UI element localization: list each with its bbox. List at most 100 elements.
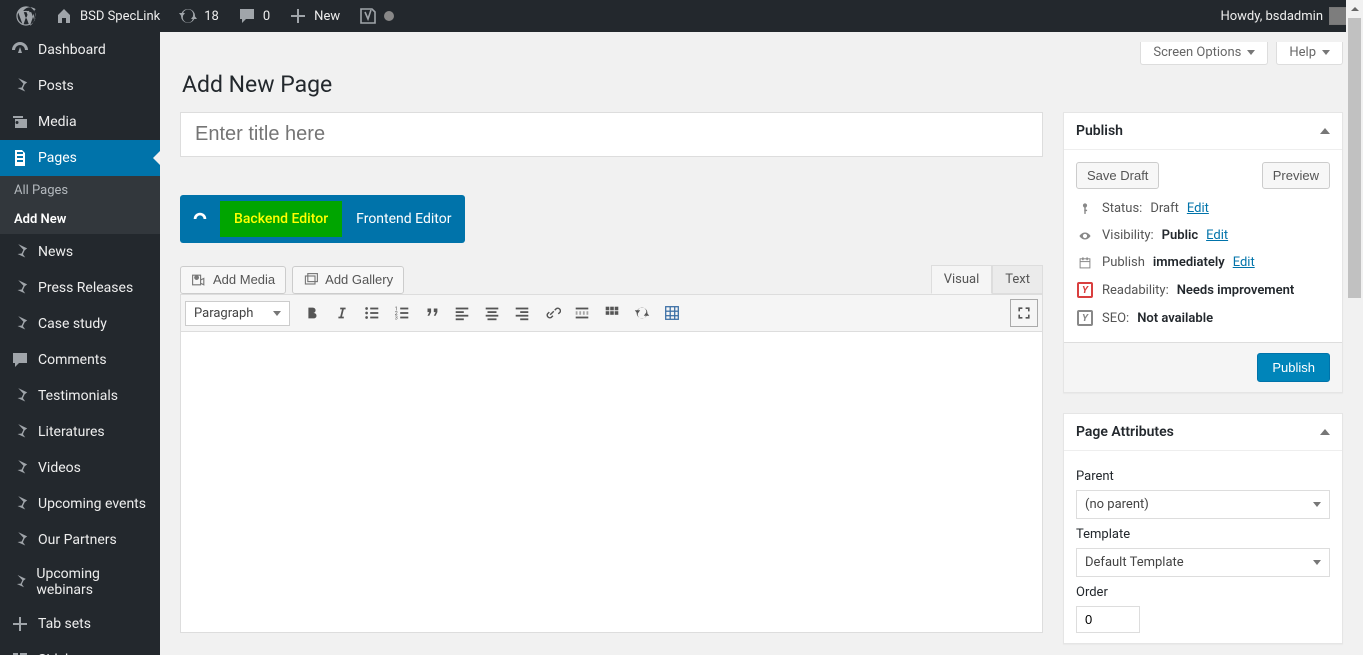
submenu-add-new[interactable]: Add New xyxy=(0,205,160,234)
yoast-icon xyxy=(358,6,378,26)
scrollbar[interactable] xyxy=(1346,0,1363,655)
pin-icon xyxy=(10,278,30,298)
comment-icon xyxy=(10,350,30,370)
page-attributes-header[interactable]: Page Attributes xyxy=(1064,414,1342,451)
new-label: New xyxy=(314,9,340,24)
sidebar-item-posts[interactable]: Posts xyxy=(0,68,160,104)
frontend-editor-button[interactable]: Frontend Editor xyxy=(342,201,465,237)
bullet-list-button[interactable] xyxy=(358,299,386,327)
sidebar-item-case[interactable]: Case study xyxy=(0,306,160,342)
edit-status-link[interactable]: Edit xyxy=(1187,201,1209,216)
new-content-link[interactable]: New xyxy=(280,0,348,32)
preview-button[interactable]: Preview xyxy=(1262,162,1330,189)
sidebar-item-videos[interactable]: Videos xyxy=(0,450,160,486)
sidebar-item-partners[interactable]: Our Partners xyxy=(0,522,160,558)
edit-visibility-link[interactable]: Edit xyxy=(1206,228,1228,243)
publish-box-header[interactable]: Publish xyxy=(1064,113,1342,150)
status-row: Status: Draft Edit xyxy=(1076,195,1330,222)
tab-text[interactable]: Text xyxy=(992,265,1043,294)
wp-logo[interactable] xyxy=(8,0,44,32)
pin-icon xyxy=(10,530,30,550)
submenu-all-pages[interactable]: All Pages xyxy=(0,176,160,205)
editor-mode-switch: Backend Editor Frontend Editor xyxy=(180,195,465,243)
pages-icon xyxy=(10,148,30,168)
edit-schedule-link[interactable]: Edit xyxy=(1233,255,1255,270)
sidebar-item-news[interactable]: News xyxy=(0,234,160,270)
format-label: Paragraph xyxy=(194,306,253,321)
scroll-thumb[interactable] xyxy=(1348,18,1361,298)
title-input[interactable] xyxy=(180,112,1043,157)
sidebar-item-testimonials[interactable]: Testimonials xyxy=(0,378,160,414)
add-gallery-button[interactable]: Add Gallery xyxy=(292,266,404,294)
screen-options-button[interactable]: Screen Options xyxy=(1140,42,1268,65)
refresh-button[interactable] xyxy=(628,299,656,327)
order-label: Order xyxy=(1076,585,1330,600)
save-draft-button[interactable]: Save Draft xyxy=(1076,162,1159,189)
parent-label: Parent xyxy=(1076,469,1330,484)
insert-more-button[interactable] xyxy=(568,299,596,327)
add-media-label: Add Media xyxy=(213,272,275,287)
pin-icon xyxy=(10,242,30,262)
sidebar-item-label: Posts xyxy=(38,78,74,94)
bold-button[interactable] xyxy=(298,299,326,327)
template-select[interactable]: Default Template xyxy=(1076,548,1330,577)
site-name-link[interactable]: BSD SpecLink xyxy=(46,0,168,32)
plus-icon xyxy=(288,6,308,26)
order-input[interactable] xyxy=(1076,606,1140,633)
sidebar-item-webinars[interactable]: Upcoming webinars xyxy=(0,558,160,606)
table-button[interactable] xyxy=(658,299,686,327)
visibility-row: Visibility: Public Edit xyxy=(1076,222,1330,249)
screen-options-label: Screen Options xyxy=(1153,45,1241,60)
update-icon xyxy=(178,6,198,26)
dashboard-icon xyxy=(10,40,30,60)
sidebar-item-literatures[interactable]: Literatures xyxy=(0,414,160,450)
sidebar-item-label: News xyxy=(38,244,73,260)
publish-box: Publish Save Draft Preview Status: xyxy=(1063,112,1343,393)
layout-icon xyxy=(10,650,30,655)
content-area: Screen Options Help Add New Page Backend… xyxy=(160,32,1363,655)
italic-button[interactable] xyxy=(328,299,356,327)
format-select[interactable]: Paragraph xyxy=(185,301,290,326)
chevron-down-icon xyxy=(273,311,281,316)
link-button[interactable] xyxy=(538,299,566,327)
backend-editor-button[interactable]: Backend Editor xyxy=(220,201,342,237)
sidebar-item-upcoming-events[interactable]: Upcoming events xyxy=(0,486,160,522)
parent-select[interactable]: (no parent) xyxy=(1076,490,1330,519)
scroll-up-icon xyxy=(1346,0,1363,17)
comments-link[interactable]: 0 xyxy=(229,0,278,32)
sidebar-item-tabsets[interactable]: Tab sets xyxy=(0,606,160,642)
site-name: BSD SpecLink xyxy=(80,9,160,24)
sidebar-item-comments[interactable]: Comments xyxy=(0,342,160,378)
blockquote-button[interactable] xyxy=(418,299,446,327)
align-left-button[interactable] xyxy=(448,299,476,327)
sidebar-item-pages[interactable]: Pages xyxy=(0,140,160,176)
number-list-button[interactable]: 123 xyxy=(388,299,416,327)
pin-icon xyxy=(10,386,30,406)
sidebar-item-label: Tab sets xyxy=(38,616,91,632)
sidebar-item-press[interactable]: Press Releases xyxy=(0,270,160,306)
comment-icon xyxy=(237,6,257,26)
seo-row: Y SEO: Not available xyxy=(1076,304,1330,332)
updates-link[interactable]: 18 xyxy=(170,0,227,32)
align-center-button[interactable] xyxy=(478,299,506,327)
chevron-down-icon xyxy=(1322,50,1330,55)
calendar-icon xyxy=(1076,256,1094,270)
sidebar-item-sidebars[interactable]: Sidebar xyxy=(0,642,160,655)
fullscreen-button[interactable] xyxy=(1010,299,1038,327)
status-dot-icon xyxy=(384,11,394,21)
sidebar-item-dashboard[interactable]: Dashboard xyxy=(0,32,160,68)
account-link[interactable]: Howdy, bsdadmin xyxy=(1212,0,1355,32)
tab-visual[interactable]: Visual xyxy=(931,265,993,294)
editor-toolbar: Paragraph 123 xyxy=(181,295,1042,332)
template-label: Template xyxy=(1076,527,1330,542)
align-right-button[interactable] xyxy=(508,299,536,327)
avatar xyxy=(1329,7,1347,25)
help-button[interactable]: Help xyxy=(1276,42,1343,65)
sidebar-item-media[interactable]: Media xyxy=(0,104,160,140)
yoast-adminbar[interactable] xyxy=(350,0,402,32)
publish-button[interactable]: Publish xyxy=(1257,353,1330,382)
home-icon xyxy=(54,6,74,26)
content-editor[interactable] xyxy=(181,332,1042,632)
add-media-button[interactable]: Add Media xyxy=(180,266,286,294)
toolbar-toggle-button[interactable] xyxy=(598,299,626,327)
